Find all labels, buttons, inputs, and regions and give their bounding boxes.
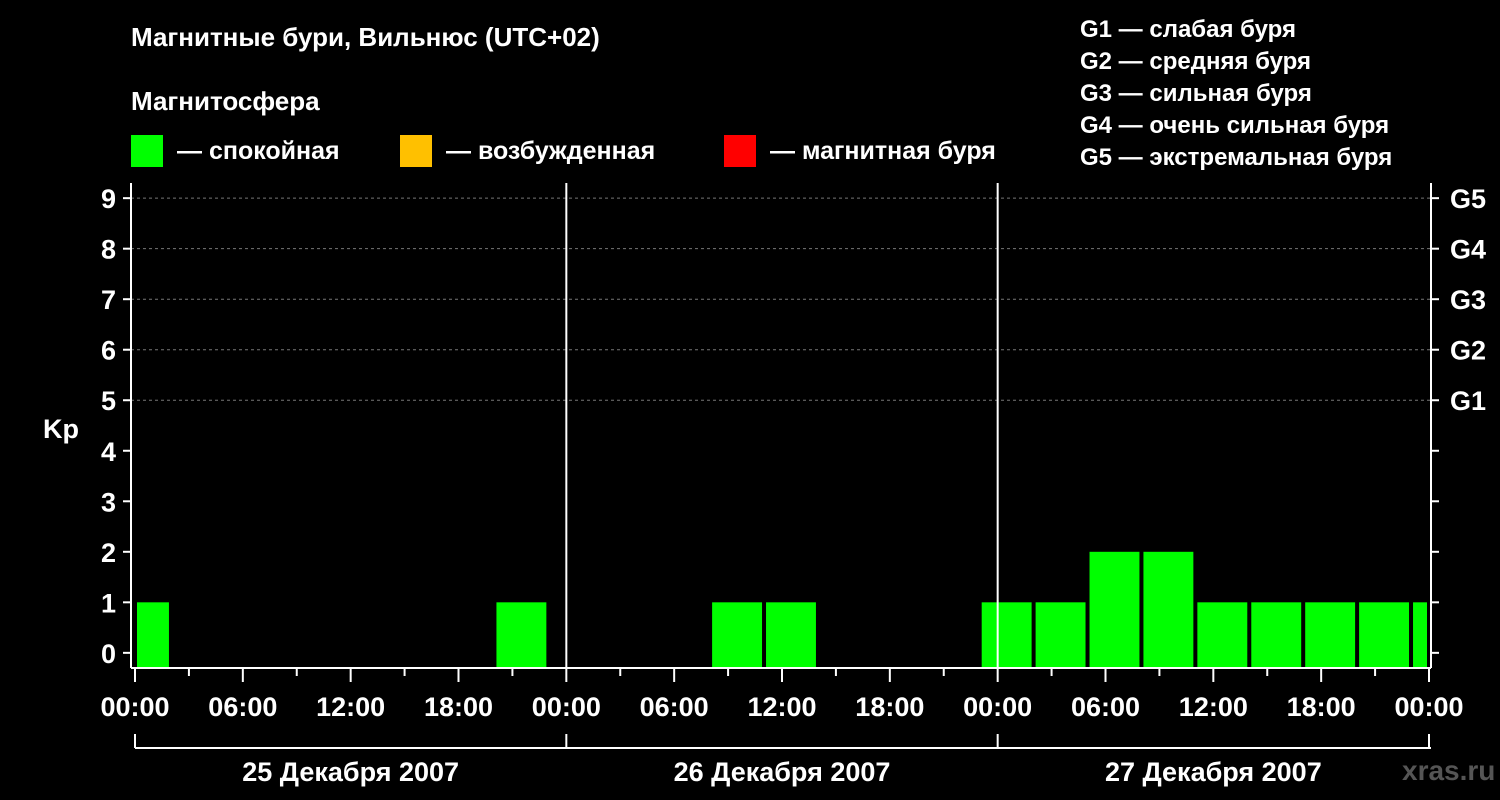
storm-level-label: G3 bbox=[1450, 285, 1486, 315]
x-tick-label: 12:00 bbox=[316, 692, 385, 722]
x-tick-label: 00:00 bbox=[963, 692, 1032, 722]
kp-bar bbox=[1413, 602, 1427, 668]
kp-bar bbox=[1035, 602, 1086, 668]
kp-bar bbox=[1089, 551, 1140, 668]
x-tick-label: 06:00 bbox=[640, 692, 709, 722]
y-tick-label: 5 bbox=[101, 386, 116, 416]
y-tick-label: 3 bbox=[101, 487, 116, 517]
y-tick-label: 9 bbox=[101, 184, 116, 214]
y-tick-label: 8 bbox=[101, 235, 116, 265]
kp-bar bbox=[1359, 602, 1410, 668]
storm-level-label: G1 bbox=[1450, 386, 1486, 416]
day-label: 27 Декабря 2007 bbox=[1105, 757, 1322, 787]
kp-bar bbox=[1143, 551, 1194, 668]
x-tick-label: 12:00 bbox=[747, 692, 816, 722]
kp-bar bbox=[1251, 602, 1302, 668]
day-label: 26 Декабря 2007 bbox=[674, 757, 891, 787]
y-tick-label: 0 bbox=[101, 639, 116, 669]
y-tick-label: 2 bbox=[101, 538, 116, 568]
x-tick-label: 06:00 bbox=[1071, 692, 1140, 722]
kp-bar bbox=[1305, 602, 1356, 668]
storm-level-label: G2 bbox=[1450, 336, 1486, 366]
y-tick-label: 6 bbox=[101, 336, 116, 366]
kp-bar bbox=[981, 602, 1032, 668]
x-tick-label: 18:00 bbox=[424, 692, 493, 722]
x-tick-label: 00:00 bbox=[1394, 692, 1463, 722]
storm-level-label: G4 bbox=[1450, 235, 1486, 265]
day-label: 25 Декабря 2007 bbox=[242, 757, 459, 787]
x-tick-label: 18:00 bbox=[855, 692, 924, 722]
storm-level-label: G5 bbox=[1450, 184, 1486, 214]
y-tick-label: 4 bbox=[101, 437, 116, 467]
x-tick-label: 00:00 bbox=[100, 692, 169, 722]
x-tick-label: 06:00 bbox=[208, 692, 277, 722]
kp-bar bbox=[137, 602, 169, 668]
kp-bar bbox=[712, 602, 763, 668]
kp-bar bbox=[766, 602, 816, 668]
kp-bar bbox=[496, 602, 547, 668]
x-tick-label: 00:00 bbox=[532, 692, 601, 722]
watermark: xras.ru bbox=[1402, 755, 1496, 786]
kp-chart: 0 1 2 3 4 5 6 7 8 9 G1 G2 G3 G4 G5 Kp 00:00 06:00 12:00 18:… bbox=[43, 183, 1486, 787]
y-tick-label: 7 bbox=[101, 285, 116, 315]
x-tick-label: 12:00 bbox=[1179, 692, 1248, 722]
y-axis-label: Kp bbox=[43, 414, 79, 444]
y-tick-label: 1 bbox=[101, 588, 116, 618]
x-tick-label: 18:00 bbox=[1287, 692, 1356, 722]
kp-bar bbox=[1197, 602, 1248, 668]
